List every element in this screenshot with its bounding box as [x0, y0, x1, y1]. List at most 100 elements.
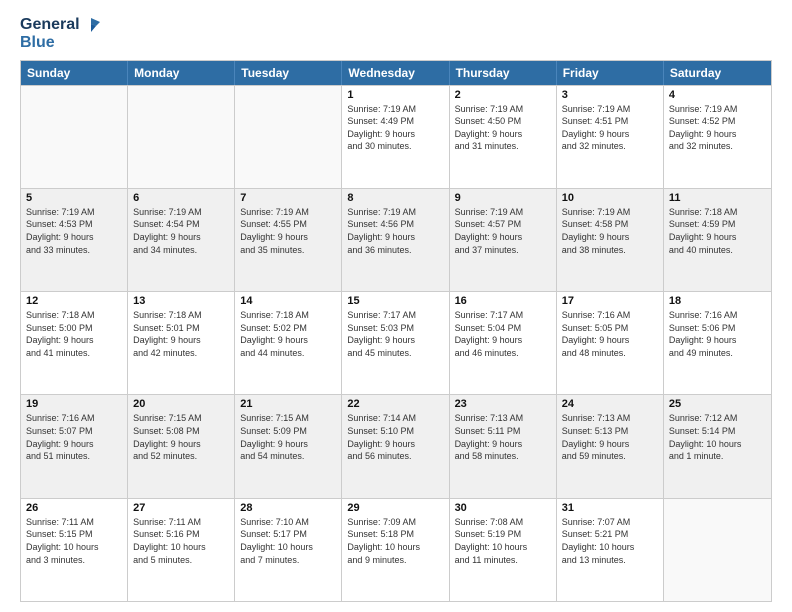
- day-number: 24: [562, 398, 658, 410]
- weekday-header: Sunday: [21, 61, 128, 85]
- day-number: 26: [26, 502, 122, 514]
- calendar-cell: 31Sunrise: 7:07 AM Sunset: 5:21 PM Dayli…: [557, 499, 664, 601]
- calendar-header-row: SundayMondayTuesdayWednesdayThursdayFrid…: [21, 61, 771, 85]
- day-info: Sunrise: 7:10 AM Sunset: 5:17 PM Dayligh…: [240, 516, 336, 566]
- day-number: 25: [669, 398, 766, 410]
- calendar-cell: 23Sunrise: 7:13 AM Sunset: 5:11 PM Dayli…: [450, 395, 557, 497]
- calendar-cell: [21, 86, 128, 188]
- day-number: 13: [133, 295, 229, 307]
- day-info: Sunrise: 7:12 AM Sunset: 5:14 PM Dayligh…: [669, 412, 766, 462]
- calendar-cell: 9Sunrise: 7:19 AM Sunset: 4:57 PM Daylig…: [450, 189, 557, 291]
- calendar: SundayMondayTuesdayWednesdayThursdayFrid…: [20, 60, 772, 602]
- calendar-cell: 14 Sunrise: 7:18 AM Sunset: 5:02 PM Dayli…: [235, 292, 342, 394]
- day-info: Sunrise: 7:16 AM Sunset: 5:05 PM Dayligh…: [562, 309, 658, 359]
- calendar-cell: 5Sunrise: 7:19 AM Sunset: 4:53 PM Daylig…: [21, 189, 128, 291]
- day-info: Sunrise: 7:11 AM Sunset: 5:15 PM Dayligh…: [26, 516, 122, 566]
- day-number: 3: [562, 89, 658, 101]
- day-number: 8: [347, 192, 443, 204]
- calendar-cell: [128, 86, 235, 188]
- day-info: Sunrise: 7:18 AM Sunset: 5:02 PM Dayligh…: [240, 309, 336, 359]
- weekday-header: Saturday: [664, 61, 771, 85]
- header: General Blue: [20, 16, 772, 52]
- day-number: 19: [26, 398, 122, 410]
- day-info: Sunrise: 7:16 AM Sunset: 5:07 PM Dayligh…: [26, 412, 122, 462]
- calendar-cell: 26 Sunrise: 7:11 AM Sunset: 5:15 PM Dayli…: [21, 499, 128, 601]
- calendar-cell: 19 Sunrise: 7:16 AM Sunset: 5:07 PM Dayli…: [21, 395, 128, 497]
- calendar-cell: 28 Sunrise: 7:10 AM Sunset: 5:17 PM Dayli…: [235, 499, 342, 601]
- day-info: Sunrise: 7:17 AM Sunset: 5:04 PM Dayligh…: [455, 309, 551, 359]
- calendar-row: 19 Sunrise: 7:16 AM Sunset: 5:07 PM Dayli…: [21, 394, 771, 497]
- calendar-cell: 4 Sunrise: 7:19 AM Sunset: 4:52 PM Daylig…: [664, 86, 771, 188]
- day-number: 30: [455, 502, 551, 514]
- day-number: 29: [347, 502, 443, 514]
- day-number: 27: [133, 502, 229, 514]
- day-info: Sunrise: 7:14 AM Sunset: 5:10 PM Dayligh…: [347, 412, 443, 462]
- day-number: 22: [347, 398, 443, 410]
- day-info: Sunrise: 7:15 AM Sunset: 5:08 PM Dayligh…: [133, 412, 229, 462]
- day-number: 6: [133, 192, 229, 204]
- day-info: Sunrise: 7:15 AM Sunset: 5:09 PM Dayligh…: [240, 412, 336, 462]
- day-info: Sunrise: 7:09 AM Sunset: 5:18 PM Dayligh…: [347, 516, 443, 566]
- day-number: 18: [669, 295, 766, 307]
- calendar-cell: 21 Sunrise: 7:15 AM Sunset: 5:09 PM Dayli…: [235, 395, 342, 497]
- calendar-cell: 17 Sunrise: 7:16 AM Sunset: 5:05 PM Dayli…: [557, 292, 664, 394]
- calendar-cell: 10Sunrise: 7:19 AM Sunset: 4:58 PM Dayli…: [557, 189, 664, 291]
- calendar-cell: 18 Sunrise: 7:16 AM Sunset: 5:06 PM Dayli…: [664, 292, 771, 394]
- day-number: 12: [26, 295, 122, 307]
- day-info: Sunrise: 7:18 AM Sunset: 5:00 PM Dayligh…: [26, 309, 122, 359]
- day-info: Sunrise: 7:19 AM Sunset: 4:53 PM Dayligh…: [26, 206, 122, 256]
- day-number: 31: [562, 502, 658, 514]
- day-number: 10: [562, 192, 658, 204]
- day-number: 21: [240, 398, 336, 410]
- day-info: Sunrise: 7:19 AM Sunset: 4:54 PM Dayligh…: [133, 206, 229, 256]
- day-number: 4: [669, 89, 766, 101]
- calendar-cell: 29 Sunrise: 7:09 AM Sunset: 5:18 PM Dayli…: [342, 499, 449, 601]
- day-number: 17: [562, 295, 658, 307]
- calendar-cell: 11Sunrise: 7:18 AM Sunset: 4:59 PM Dayli…: [664, 189, 771, 291]
- calendar-cell: 1 Sunrise: 7:19 AM Sunset: 4:49 PM Daylig…: [342, 86, 449, 188]
- weekday-header: Tuesday: [235, 61, 342, 85]
- calendar-row: 1 Sunrise: 7:19 AM Sunset: 4:49 PM Daylig…: [21, 85, 771, 188]
- day-info: Sunrise: 7:19 AM Sunset: 4:49 PM Dayligh…: [347, 103, 443, 153]
- day-info: Sunrise: 7:19 AM Sunset: 4:52 PM Dayligh…: [669, 103, 766, 153]
- calendar-cell: [664, 499, 771, 601]
- day-number: 14: [240, 295, 336, 307]
- day-info: Sunrise: 7:18 AM Sunset: 5:01 PM Dayligh…: [133, 309, 229, 359]
- calendar-cell: [235, 86, 342, 188]
- logo-text-blue: Blue: [20, 34, 55, 52]
- day-number: 2: [455, 89, 551, 101]
- day-info: Sunrise: 7:08 AM Sunset: 5:19 PM Dayligh…: [455, 516, 551, 566]
- page: General Blue SundayMondayTuesdayWednesda…: [0, 0, 792, 612]
- calendar-cell: 6 Sunrise: 7:19 AM Sunset: 4:54 PM Daylig…: [128, 189, 235, 291]
- weekday-header: Monday: [128, 61, 235, 85]
- calendar-row: 26 Sunrise: 7:11 AM Sunset: 5:15 PM Dayli…: [21, 498, 771, 601]
- weekday-header: Wednesday: [342, 61, 449, 85]
- day-number: 1: [347, 89, 443, 101]
- day-info: Sunrise: 7:19 AM Sunset: 4:51 PM Dayligh…: [562, 103, 658, 153]
- logo-text-general: General: [20, 16, 80, 34]
- day-info: Sunrise: 7:16 AM Sunset: 5:06 PM Dayligh…: [669, 309, 766, 359]
- calendar-body: 1 Sunrise: 7:19 AM Sunset: 4:49 PM Daylig…: [21, 85, 771, 601]
- day-info: Sunrise: 7:19 AM Sunset: 4:56 PM Dayligh…: [347, 206, 443, 256]
- weekday-header: Friday: [557, 61, 664, 85]
- calendar-cell: 20Sunrise: 7:15 AM Sunset: 5:08 PM Dayli…: [128, 395, 235, 497]
- calendar-cell: 7Sunrise: 7:19 AM Sunset: 4:55 PM Daylig…: [235, 189, 342, 291]
- calendar-cell: 2 Sunrise: 7:19 AM Sunset: 4:50 PM Daylig…: [450, 86, 557, 188]
- day-info: Sunrise: 7:19 AM Sunset: 4:50 PM Dayligh…: [455, 103, 551, 153]
- calendar-cell: 25 Sunrise: 7:12 AM Sunset: 5:14 PM Dayli…: [664, 395, 771, 497]
- day-info: Sunrise: 7:19 AM Sunset: 4:55 PM Dayligh…: [240, 206, 336, 256]
- calendar-cell: 27 Sunrise: 7:11 AM Sunset: 5:16 PM Dayli…: [128, 499, 235, 601]
- day-number: 16: [455, 295, 551, 307]
- day-number: 9: [455, 192, 551, 204]
- day-info: Sunrise: 7:17 AM Sunset: 5:03 PM Dayligh…: [347, 309, 443, 359]
- calendar-cell: 8 Sunrise: 7:19 AM Sunset: 4:56 PM Daylig…: [342, 189, 449, 291]
- logo-bird-icon: [82, 16, 100, 34]
- calendar-cell: 16 Sunrise: 7:17 AM Sunset: 5:04 PM Dayli…: [450, 292, 557, 394]
- day-info: Sunrise: 7:18 AM Sunset: 4:59 PM Dayligh…: [669, 206, 766, 256]
- calendar-cell: 30 Sunrise: 7:08 AM Sunset: 5:19 PM Dayli…: [450, 499, 557, 601]
- day-info: Sunrise: 7:11 AM Sunset: 5:16 PM Dayligh…: [133, 516, 229, 566]
- calendar-cell: 12 Sunrise: 7:18 AM Sunset: 5:00 PM Dayli…: [21, 292, 128, 394]
- weekday-header: Thursday: [450, 61, 557, 85]
- calendar-cell: 22 Sunrise: 7:14 AM Sunset: 5:10 PM Dayli…: [342, 395, 449, 497]
- day-number: 28: [240, 502, 336, 514]
